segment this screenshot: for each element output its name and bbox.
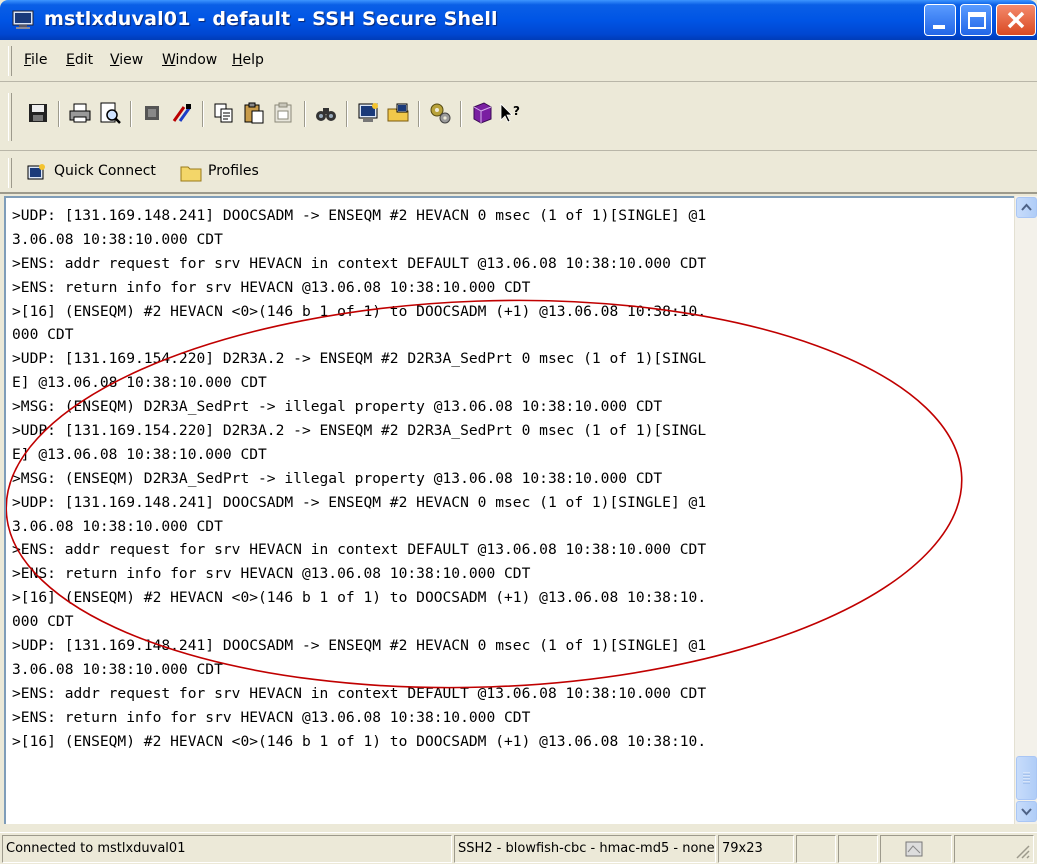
help-topics-icon[interactable] <box>470 101 494 125</box>
find-icon[interactable] <box>314 101 338 125</box>
terminal-line: >[16] (ENSEQM) #2 HEVACN <0>(146 b 1 of … <box>12 589 707 607</box>
terminal-line: >UDP: [131.169.148.241] DOOCSADM -> ENSE… <box>12 207 707 224</box>
terminal-line: >ENS: addr request for srv HEVACN in con… <box>12 684 707 702</box>
terminal-line: 3.06.08 10:38:10.000 CDT <box>12 517 223 535</box>
scroll-down-arrow-icon <box>1021 808 1032 816</box>
terminal-line: >UDP: [131.169.148.241] DOOCSADM -> ENSE… <box>12 493 707 511</box>
title-bar[interactable]: mstlxduval01 - default - SSH Secure Shel… <box>0 0 1037 40</box>
quick-connect-bar: Quick Connect Profiles <box>0 152 1037 194</box>
vertical-scrollbar[interactable] <box>1014 196 1037 824</box>
status-panel-resize <box>954 835 1034 863</box>
resize-grip-icon[interactable] <box>1011 840 1031 860</box>
terminal-line: >UDP: [131.169.154.220] D2R3A.2 -> ENSEQ… <box>12 350 707 368</box>
terminal-line: >[16] (ENSEQM) #2 HEVACN <0>(146 b 1 of … <box>12 302 707 320</box>
terminal-line: >ENS: return info for srv HEVACN @13.06.… <box>12 708 531 726</box>
status-bar: Connected to mstlxduval01 SSH2 - blowfis… <box>0 832 1037 864</box>
scroll-up-arrow-icon <box>1021 203 1032 211</box>
reconnect-icon[interactable] <box>170 101 194 125</box>
toolbar-separator <box>58 101 60 127</box>
copy-icon[interactable] <box>212 101 236 125</box>
ssh-window: mstlxduval01 - default - SSH Secure Shel… <box>0 0 1037 864</box>
minimize-button[interactable] <box>924 4 956 36</box>
terminal-line: >ENS: return info for srv HEVACN @13.06.… <box>12 565 531 583</box>
print-icon[interactable] <box>68 101 92 125</box>
menu-edit[interactable]: Edit <box>66 52 93 68</box>
svg-text:?: ? <box>513 104 520 118</box>
maximize-button[interactable] <box>960 4 992 36</box>
window-title: mstlxduval01 - default - SSH Secure Shel… <box>44 8 498 30</box>
terminal-line: >ENS: addr request for srv HEVACN in con… <box>12 254 707 272</box>
terminal-line: 3.06.08 10:38:10.000 CDT <box>12 660 223 678</box>
menu-window[interactable]: Window <box>162 52 217 68</box>
toolbar-separator <box>346 101 348 127</box>
profiles-button[interactable]: Profiles <box>176 158 306 188</box>
terminal-line: >[16] (ENSEQM) #2 HEVACN <0>(146 b 1 of … <box>12 732 707 750</box>
toolbar-separator <box>304 101 306 127</box>
terminal-app-icon <box>12 10 34 29</box>
terminal-line: >MSG: (ENSEQM) D2R3A_SedPrt -> illegal p… <box>12 398 663 416</box>
terminal-size: 79x23 <box>718 835 794 863</box>
folder-icon <box>180 166 202 182</box>
terminal-line: E] @13.06.08 10:38:10.000 CDT <box>12 374 267 392</box>
toolbar-separator <box>460 101 462 127</box>
cipher-info: SSH2 - blowfish-cbc - hmac-md5 - none <box>454 835 716 863</box>
toolbar-separator <box>202 101 204 127</box>
menu-view[interactable]: View <box>110 52 143 68</box>
terminal-pane[interactable]: >UDP: [131.169.148.241] DOOCSADM -> ENSE… <box>4 196 1014 824</box>
print-preview-icon[interactable] <box>98 101 122 125</box>
terminal-line: >UDP: [131.169.148.241] DOOCSADM -> ENSE… <box>12 637 707 655</box>
minimize-icon <box>933 25 945 29</box>
terminal-output[interactable]: >UDP: [131.169.148.241] DOOCSADM -> ENSE… <box>12 204 706 753</box>
toolbar: ? <box>0 83 1037 151</box>
connection-status: Connected to mstlxduval01 <box>2 835 452 863</box>
toolbar-separator <box>130 101 132 127</box>
status-panel-blank <box>838 835 878 863</box>
menu-help[interactable]: Help <box>232 52 264 68</box>
quick-connect-button[interactable]: Quick Connect <box>22 158 164 188</box>
quickbar-grip[interactable] <box>8 158 12 188</box>
new-terminal-icon[interactable] <box>356 101 380 125</box>
menubar-grip[interactable] <box>8 46 12 76</box>
terminal-line: 000 CDT <box>12 326 74 344</box>
save-icon[interactable] <box>26 101 50 125</box>
status-panel-blank <box>796 835 836 863</box>
paste-icon[interactable] <box>242 101 266 125</box>
scroll-down-button[interactable] <box>1016 801 1037 822</box>
grip-lines-icon <box>1023 772 1030 784</box>
toolbar-separator <box>418 101 420 127</box>
scroll-up-button[interactable] <box>1016 197 1037 218</box>
menu-file[interactable]: File <box>24 52 47 68</box>
toolbar-grip[interactable] <box>8 93 12 141</box>
terminal-line: >MSG: (ENSEQM) D2R3A_SedPrt -> illegal p… <box>12 469 663 487</box>
context-help-icon[interactable]: ? <box>498 101 522 125</box>
terminal-line: 000 CDT <box>12 613 74 631</box>
encryption-lock-icon <box>905 841 923 857</box>
terminal-line: >ENS: return info for srv HEVACN @13.06.… <box>12 278 531 296</box>
disconnect-icon[interactable] <box>140 101 164 125</box>
profiles-label: Profiles <box>208 163 259 179</box>
quick-connect-icon <box>27 164 45 180</box>
menu-bar: File Edit View Window Help <box>0 40 1037 82</box>
close-button[interactable] <box>996 4 1036 36</box>
paste-disabled-icon[interactable] <box>272 101 296 125</box>
close-icon <box>1007 11 1025 29</box>
terminal-line: E] @13.06.08 10:38:10.000 CDT <box>12 445 267 463</box>
terminal-line: >UDP: [131.169.154.220] D2R3A.2 -> ENSEQ… <box>12 422 707 440</box>
new-file-transfer-icon[interactable] <box>386 101 410 125</box>
terminal-line: 3.06.08 10:38:10.000 CDT <box>12 230 223 248</box>
status-panel-icon <box>880 835 952 863</box>
scroll-thumb[interactable] <box>1016 756 1037 800</box>
quick-connect-label: Quick Connect <box>54 163 156 179</box>
settings-icon[interactable] <box>428 101 452 125</box>
maximize-icon <box>968 12 986 29</box>
terminal-line: >ENS: addr request for srv HEVACN in con… <box>12 541 707 559</box>
